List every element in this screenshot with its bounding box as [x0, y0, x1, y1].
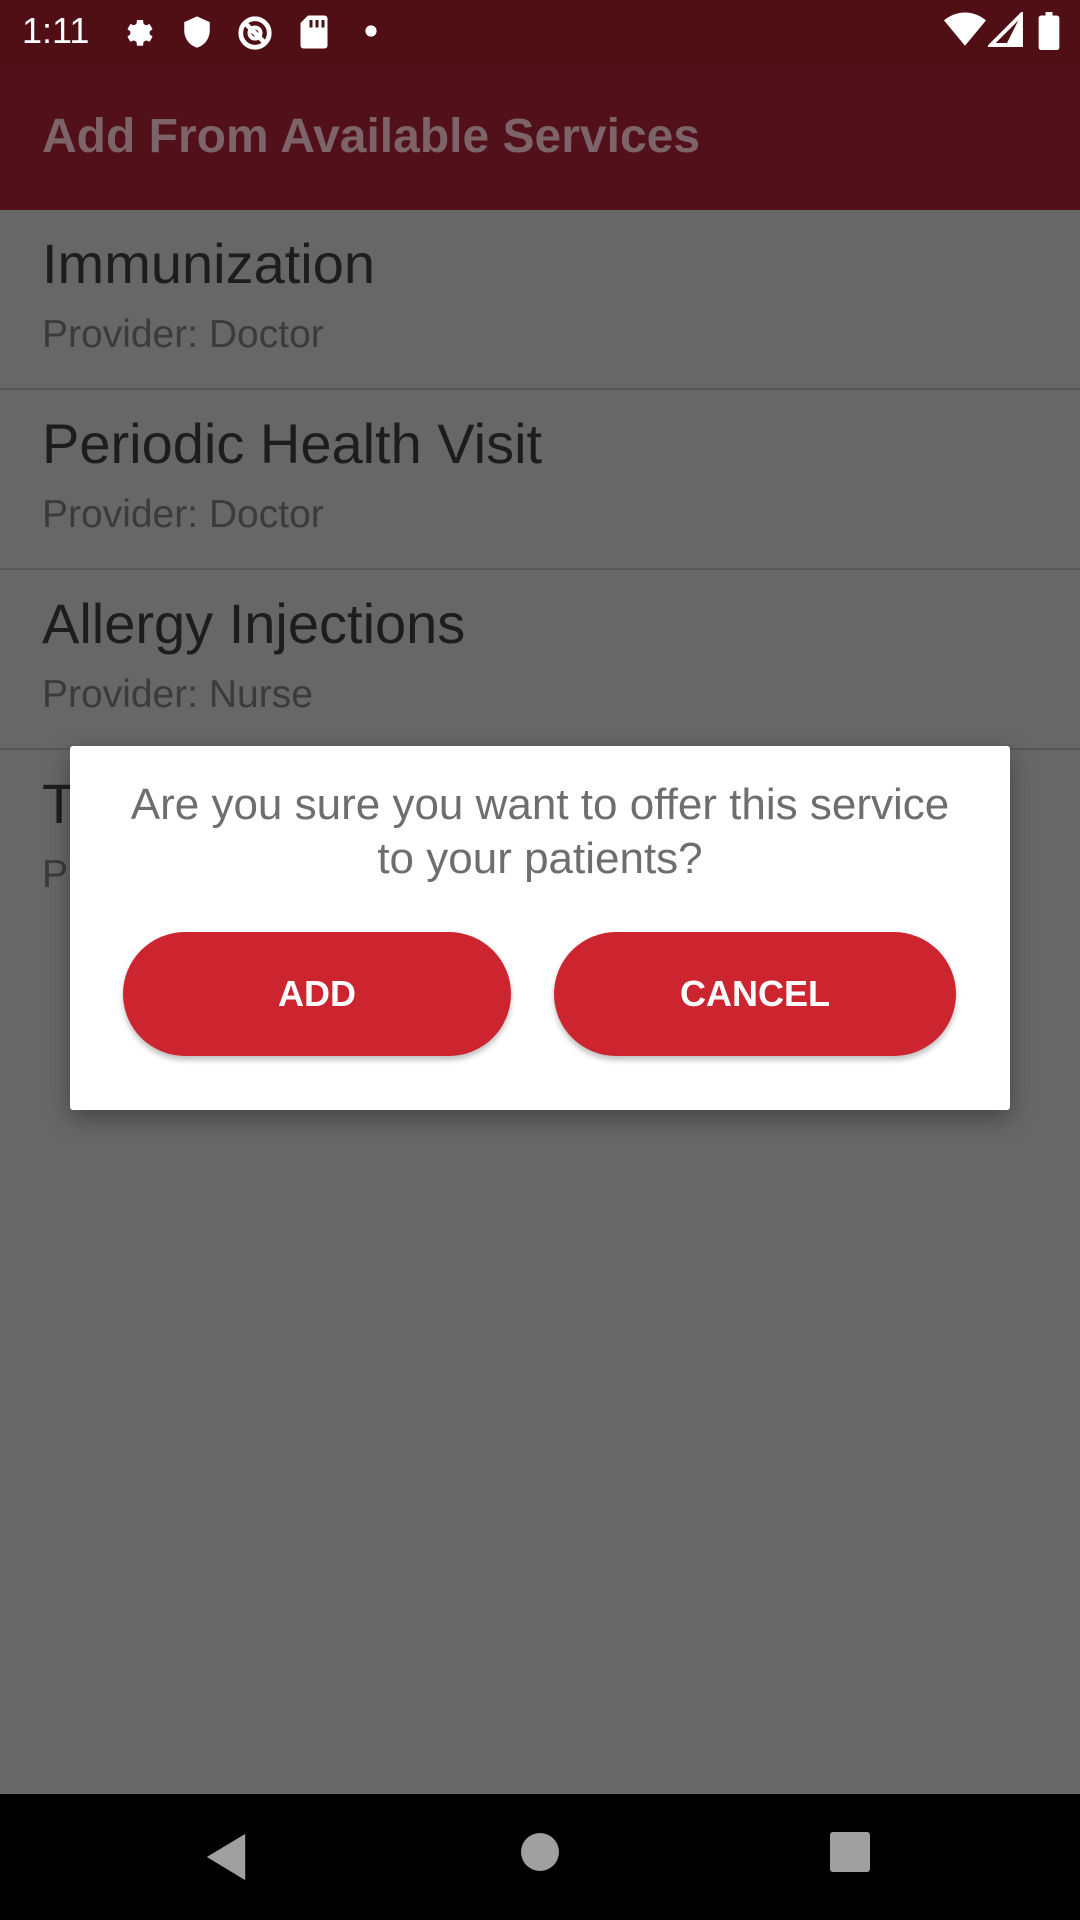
navigation-bar: [0, 1794, 1080, 1920]
dialog-message: Are you sure you want to offer this serv…: [130, 780, 950, 883]
back-icon[interactable]: [202, 1832, 250, 1887]
cancel-button[interactable]: CANCEL: [554, 932, 956, 1056]
signal-icon: [986, 10, 1024, 53]
status-time: 1:11: [22, 10, 90, 51]
recents-icon[interactable]: [830, 1832, 870, 1877]
dot-icon: [364, 24, 378, 43]
page-title: Add From Available Services: [42, 110, 701, 163]
service-provider: P: [42, 853, 69, 896]
confirm-dialog: Are you sure you want to offer this serv…: [70, 746, 1010, 1110]
list-item[interactable]: Immunization Provider: Doctor: [0, 210, 1080, 390]
shield-icon: [180, 14, 214, 55]
battery-icon: [1038, 12, 1060, 55]
service-name: Periodic Health Visit: [42, 412, 543, 475]
status-bar: 1:11: [0, 0, 1080, 63]
app-bar: Add From Available Services: [0, 63, 1080, 210]
gear-icon: [122, 14, 158, 55]
service-provider: Provider: Doctor: [42, 493, 324, 536]
add-button[interactable]: ADD: [123, 932, 511, 1056]
no-sync-icon: [236, 14, 274, 57]
home-icon[interactable]: [520, 1832, 560, 1877]
service-provider: Provider: Nurse: [42, 673, 313, 716]
service-provider: Provider: Doctor: [42, 313, 324, 356]
list-item[interactable]: Allergy Injections Provider: Nurse: [0, 570, 1080, 750]
service-name: Immunization: [42, 232, 376, 295]
wifi-icon: [944, 12, 986, 53]
service-name: Allergy Injections: [42, 592, 466, 655]
sd-card-icon: [298, 14, 330, 55]
list-item[interactable]: Periodic Health Visit Provider: Doctor: [0, 390, 1080, 570]
